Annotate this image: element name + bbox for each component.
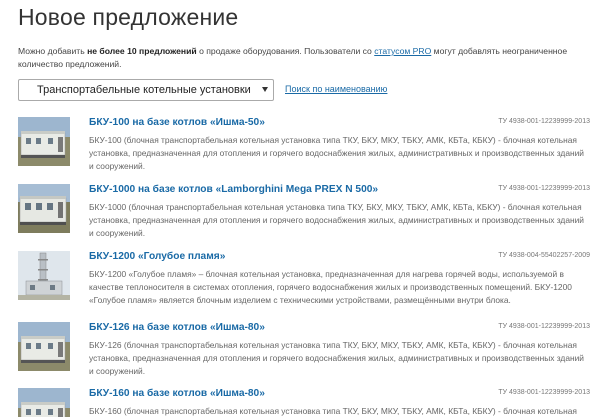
- list-item: БКУ-126 на базе котлов «Ишма-80» ТУ 4938…: [18, 322, 590, 390]
- item-title-link[interactable]: БКУ-126 на базе котлов «Ишма-80»: [89, 322, 265, 333]
- container-icon[interactable]: [18, 388, 70, 417]
- item-title-link[interactable]: БКУ-100 на базе котлов «Ишма-50»: [89, 117, 265, 128]
- container-icon[interactable]: [18, 184, 70, 233]
- item-description: БКУ-1200 «Голубое пламя» – блочная котел…: [89, 269, 572, 305]
- item-spec-code: ТУ 4938-001-12239999-2013: [498, 185, 590, 192]
- item-description: БКУ-160 (блочная транспортабельная котел…: [89, 406, 577, 416]
- item-title-link[interactable]: БКУ-1200 «Голубое пламя»: [89, 251, 225, 262]
- container-icon[interactable]: [18, 117, 70, 166]
- item-spec-code: ТУ 4938-001-12239999-2013: [498, 389, 590, 396]
- list-item: БКУ-160 на базе котлов «Ишма-80» ТУ 4938…: [18, 388, 590, 417]
- item-title-link[interactable]: БКУ-160 на базе котлов «Ишма-80»: [89, 388, 265, 399]
- item-title-link[interactable]: БКУ-1000 на базе котлов «Lamborghini Meg…: [89, 184, 378, 195]
- container-icon[interactable]: [18, 322, 70, 371]
- item-description: БКУ-1000 (блочная транспортабельная коте…: [89, 202, 584, 238]
- list-item: БКУ-1200 «Голубое пламя» ТУ 4938-004-554…: [18, 251, 590, 319]
- list-item: БКУ-1000 на базе котлов «Lamborghini Meg…: [18, 184, 590, 252]
- item-spec-code: ТУ 4938-001-12239999-2013: [498, 118, 590, 125]
- offer-list: БКУ-100 на базе котлов «Ишма-50» ТУ 4938…: [0, 0, 600, 417]
- item-spec-code: ТУ 4938-001-12239999-2013: [498, 323, 590, 330]
- item-spec-code: ТУ 4938-004-55402257-2009: [498, 252, 590, 259]
- list-item: БКУ-100 на базе котлов «Ишма-50» ТУ 4938…: [18, 117, 590, 185]
- item-description: БКУ-100 (блочная транспортабельная котел…: [89, 135, 584, 171]
- boiler-tower-icon[interactable]: [18, 251, 70, 300]
- item-description: БКУ-126 (блочная транспортабельная котел…: [89, 340, 584, 376]
